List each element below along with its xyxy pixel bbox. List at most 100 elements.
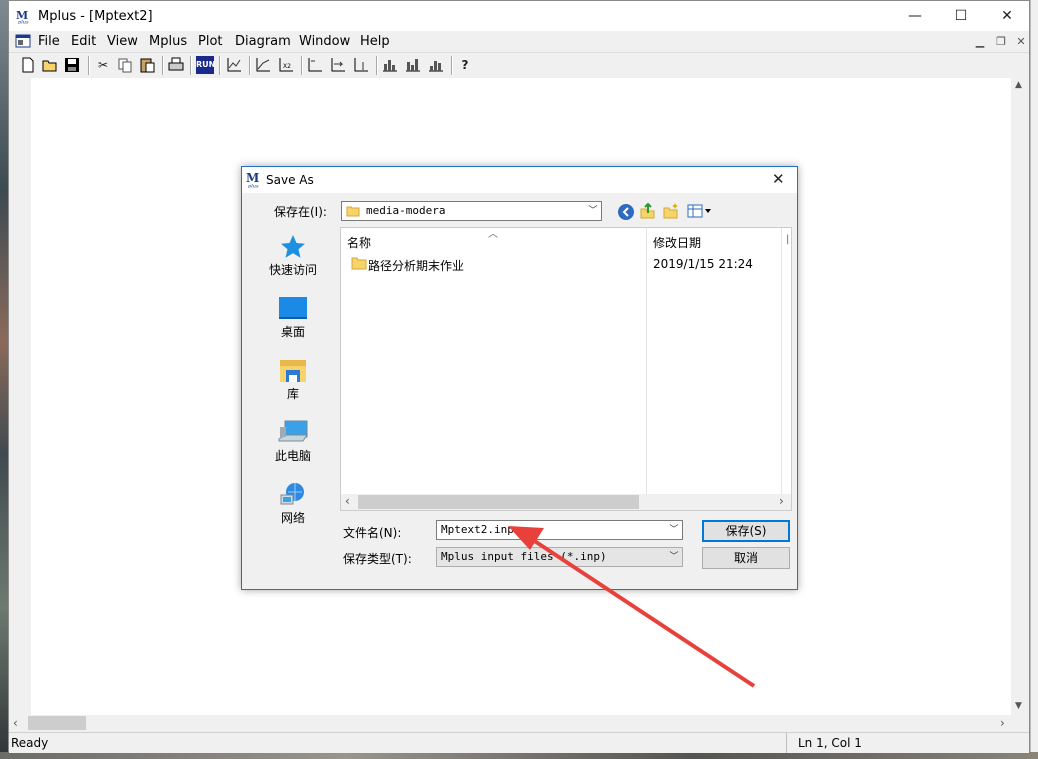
chevron-down-icon[interactable]: ﹀	[585, 202, 601, 220]
menu-edit[interactable]: Edit	[71, 34, 96, 49]
bar-chart-icon[interactable]	[404, 56, 422, 74]
run-button[interactable]: RUN	[196, 56, 215, 74]
folder-icon	[351, 257, 367, 270]
library-icon	[280, 360, 306, 382]
title-bar: M plus Mplus - [Mptext2] — ☐ ✕	[9, 1, 1029, 31]
mdi-minimize-button[interactable]: ▁	[973, 35, 987, 48]
dialog-close-button[interactable]: ✕	[772, 170, 785, 188]
scroll-left-icon[interactable]: ‹	[13, 716, 18, 730]
desktop-background	[0, 0, 8, 759]
menu-diagram[interactable]: Diagram	[235, 34, 291, 49]
sort-up-icon: ︿	[488, 229, 498, 240]
close-button[interactable]: ✕	[984, 1, 1030, 31]
computer-icon	[278, 420, 308, 442]
place-library[interactable]: 库	[258, 357, 328, 402]
filetype-label: 保存类型(T):	[343, 552, 412, 566]
network-icon	[280, 483, 304, 505]
file-name: 路径分析期末作业	[368, 259, 465, 273]
document-icon[interactable]	[15, 34, 31, 48]
toolbar-separator	[190, 56, 192, 75]
desktop-icon	[279, 297, 307, 319]
menu-bar: File Edit View Mplus Plot Diagram Window…	[9, 31, 1029, 51]
mplus-app-icon: M plus	[246, 171, 259, 189]
background-window	[1030, 0, 1038, 752]
toolbar-separator	[249, 56, 251, 75]
filename-label: 文件名(N):	[343, 526, 402, 540]
place-quick-access[interactable]: 快速访问	[258, 233, 328, 278]
toolbar-separator	[219, 56, 221, 75]
place-network[interactable]: 网络	[258, 481, 328, 526]
open-folder-icon[interactable]	[41, 56, 59, 74]
dialog-title-bar: M plus Save As ✕	[242, 167, 797, 193]
save-in-value: media-modera	[366, 204, 446, 217]
place-label: 快速访问	[268, 263, 317, 277]
new-folder-icon[interactable]	[662, 202, 680, 220]
svg-text:X2: X2	[283, 63, 291, 70]
menu-plot[interactable]: Plot	[198, 34, 223, 49]
scroll-left-icon[interactable]: ‹	[345, 494, 350, 508]
paste-icon[interactable]	[138, 56, 156, 74]
list-item[interactable]: 路径分析期末作业 2019/1/15 21:24	[341, 254, 791, 274]
save-icon[interactable]	[63, 56, 81, 74]
place-label: 库	[286, 387, 299, 401]
minimize-button[interactable]: —	[892, 1, 938, 31]
dialog-title: Save As	[266, 173, 314, 187]
menu-window[interactable]: Window	[299, 34, 350, 49]
save-in-combo[interactable]: media-modera ﹀	[341, 201, 602, 221]
place-label: 此电脑	[274, 449, 311, 463]
menu-file[interactable]: File	[38, 34, 60, 49]
file-list-hscroll[interactable]: ‹ ›	[341, 494, 791, 510]
mdi-restore-button[interactable]: ❐	[994, 35, 1008, 48]
horizontal-scrollbar[interactable]: ‹ ›	[9, 715, 1029, 732]
place-label: 桌面	[280, 325, 305, 339]
annotation-arrow	[508, 526, 756, 688]
status-divider	[786, 733, 787, 753]
column-header-modified[interactable]: 修改日期	[653, 234, 701, 251]
plot-arrow-icon[interactable]	[329, 56, 347, 74]
svg-text:plus: plus	[248, 184, 259, 189]
folder-icon	[346, 206, 360, 217]
column-header-name[interactable]: 名称	[347, 234, 371, 251]
scroll-down-icon[interactable]: ▼	[1015, 701, 1022, 711]
copy-icon[interactable]	[116, 56, 134, 74]
scroll-right-icon[interactable]: ›	[779, 494, 784, 508]
plot-icon[interactable]	[225, 56, 243, 74]
menu-view[interactable]: View	[107, 34, 138, 49]
place-desktop[interactable]: 桌面	[258, 295, 328, 340]
histogram-icon[interactable]	[381, 56, 399, 74]
scroll-thumb[interactable]	[28, 716, 86, 730]
bar-chart-2-icon[interactable]	[427, 56, 445, 74]
plot-bar-option-icon[interactable]	[352, 56, 370, 74]
menu-help[interactable]: Help	[360, 34, 390, 49]
cut-icon[interactable]: ✂	[94, 56, 112, 74]
file-list[interactable]: ︿ 名称 修改日期 | 路径分析期末作业 2019/1/15 21:24 ‹ ›	[340, 227, 792, 511]
status-cursor-position: Ln 1, Col 1	[798, 736, 862, 750]
maximize-button[interactable]: ☐	[938, 1, 984, 31]
toolbar-separator	[451, 56, 453, 75]
svg-text:plus: plus	[18, 20, 29, 25]
toolbar-separator	[301, 56, 303, 75]
new-file-icon[interactable]	[19, 56, 37, 74]
mdi-close-button[interactable]: ✕	[1014, 35, 1028, 48]
scroll-up-icon[interactable]: ▲	[1015, 80, 1022, 90]
scroll-right-icon[interactable]: ›	[1000, 716, 1005, 730]
scroll-thumb[interactable]	[358, 495, 639, 509]
mplus-app-icon: M plus	[15, 8, 31, 24]
view-menu-icon[interactable]	[687, 203, 713, 219]
desktop-background-bottom	[0, 752, 1038, 759]
up-folder-icon[interactable]	[639, 202, 657, 220]
window-title: Mplus - [Mptext2]	[38, 9, 153, 24]
plot-option-icon[interactable]	[306, 56, 324, 74]
column-header-truncated[interactable]: |	[786, 234, 789, 245]
print-icon[interactable]	[167, 56, 185, 74]
star-icon	[281, 235, 305, 258]
line-plot-icon[interactable]	[254, 56, 272, 74]
toolbar-separator	[162, 56, 164, 75]
back-icon[interactable]	[617, 203, 635, 221]
place-this-pc[interactable]: 此电脑	[258, 419, 328, 464]
plot-x2-icon[interactable]: X2	[277, 56, 295, 74]
help-button[interactable]: ?	[456, 56, 474, 74]
vertical-scrollbar[interactable]: ▲ ▼	[1012, 78, 1029, 715]
toolbar-separator	[376, 56, 378, 75]
menu-mplus[interactable]: Mplus	[149, 34, 187, 49]
